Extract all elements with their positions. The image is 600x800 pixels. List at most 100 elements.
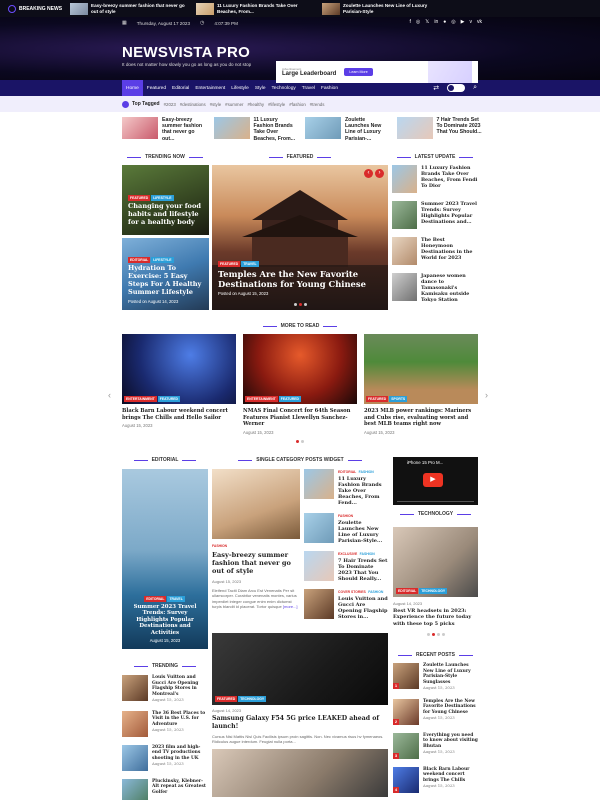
ticker-item[interactable]: Zoulette Launches New Line of Luxury Par… — [322, 2, 440, 15]
samsung-post[interactable]: FEATURED TECHNOLOGY August 14, 2023 Samsu… — [212, 633, 388, 797]
single-main-post[interactable]: FASHION Easy-breezy summer fashion that … — [212, 469, 300, 610]
card-title[interactable]: Changing your food habits and lifestyle … — [128, 202, 203, 227]
carousel-prev-icon[interactable]: ‹ — [108, 390, 111, 400]
recent-item[interactable]: 2 Temples Are the New Favorite Destinatio… — [393, 698, 478, 725]
ticker-item[interactable]: 11 Luxury Fashion Brands Take Over Beach… — [196, 2, 314, 15]
strip-item[interactable]: Zoulette Launches New Line of Luxury Par… — [305, 117, 391, 142]
dot[interactable] — [436, 632, 440, 636]
badge[interactable]: COVER STORIES — [338, 590, 366, 594]
prev-arrow-icon[interactable]: ‹ — [364, 169, 373, 178]
badge[interactable]: FASHION — [360, 552, 375, 556]
video-player[interactable]: iPhone 15 Pro M... ▶ — [393, 457, 478, 505]
editorial-card[interactable]: EDITORIAL TRAVEL Summer 2023 Travel Trend… — [122, 469, 208, 649]
vimeo-icon[interactable]: v — [470, 19, 473, 25]
badge[interactable]: FEATURED — [278, 396, 301, 402]
badge[interactable]: LIFESTYLE — [151, 195, 174, 202]
search-icon[interactable]: ⌕ — [473, 84, 477, 92]
nav-lifestyle[interactable]: Lifestyle — [229, 80, 251, 96]
strip-item[interactable]: 7 Hair Trends Set To Dominate 2023 That … — [396, 117, 483, 141]
instagram-icon[interactable]: ◎ — [416, 19, 420, 25]
badge[interactable]: ENTERTAINMENT — [124, 396, 157, 402]
badge[interactable]: EDITORIAL — [144, 595, 167, 602]
more-item[interactable]: ENTERTAINMENT FEATURED NMAS Final Concert… — [243, 334, 357, 435]
pinterest-icon[interactable]: ◎ — [451, 19, 455, 25]
badge[interactable]: EDITORIAL — [128, 257, 151, 264]
slider-dot[interactable] — [298, 303, 302, 306]
tag-link[interactable]: #summer — [225, 102, 243, 107]
tag-link[interactable]: #healthy — [247, 102, 264, 107]
read-more-link[interactable]: [more...] — [283, 604, 298, 609]
trending-item[interactable]: Pluckinsky, Klebner-Alt repeat as Greate… — [122, 778, 208, 800]
trending-item[interactable]: The 36 Best Places to Visit in the U.S. … — [122, 710, 208, 737]
editorial-title[interactable]: Summer 2023 Travel Trends: Survey Highli… — [128, 604, 202, 636]
badge[interactable]: TECHNOLOGY — [419, 588, 448, 594]
trending-card[interactable]: FEATURED LIFESTYLE Changing your food hab… — [122, 165, 209, 235]
badge[interactable]: EDITORIAL — [338, 470, 356, 474]
badge[interactable]: TRAVEL — [241, 260, 259, 267]
tag-link[interactable]: #trends — [310, 102, 325, 107]
ad-leaderboard[interactable]: Advertisement Large Leaderboard Learn Mo… — [276, 61, 478, 83]
badge[interactable]: FEATURED — [218, 260, 241, 267]
carousel-dot[interactable] — [296, 440, 299, 443]
badge[interactable]: TECHNOLOGY — [238, 696, 267, 702]
nav-entertainment[interactable]: Entertainment — [193, 80, 227, 96]
badge[interactable]: TRAVEL — [167, 595, 185, 602]
badge[interactable]: SPORTS — [389, 396, 408, 402]
trending-item[interactable]: 2023 film and high-end TV productions sh… — [122, 744, 208, 771]
ad-button[interactable]: Learn More — [344, 68, 373, 76]
featured-slider[interactable]: ‹ › FEATURED TRAVEL Temples Are the New F… — [212, 165, 388, 310]
strip-item[interactable]: Easy-breezy summer fashion that never go… — [122, 117, 208, 142]
badge[interactable]: EDITORIAL — [396, 588, 419, 594]
tag-link[interactable]: #style — [210, 102, 221, 107]
youtube-icon[interactable]: ▶ — [461, 19, 465, 25]
badge[interactable]: FASHION — [368, 590, 383, 594]
badge[interactable]: LIFESTYLE — [151, 257, 174, 264]
trending-item[interactable]: Louis Vuitton and Gucci Are Opening Flag… — [122, 675, 208, 703]
facebook-icon[interactable]: f — [410, 19, 411, 25]
badge[interactable]: FEATURED — [128, 195, 151, 202]
recent-item[interactable]: 1 Zoulette Launches New Line of Luxury Pa… — [393, 663, 478, 691]
trending-card[interactable]: EDITORIAL LIFESTYLE Hydration To Exercise… — [122, 238, 209, 310]
single-list-item[interactable]: EDITORIAL FASHION 11 Luxury Fashion Brand… — [304, 469, 388, 506]
featured-title[interactable]: Temples Are the New Favorite Destination… — [218, 269, 382, 289]
linkedin-icon[interactable]: in — [434, 19, 438, 25]
strip-item[interactable]: 11 Luxury Fashion Brands Take Over Beach… — [213, 117, 300, 142]
recent-item[interactable]: 4 Black Barn Labour weekend concert bring… — [393, 766, 478, 793]
dot[interactable] — [431, 632, 435, 636]
technology-title[interactable]: Best VR headsets in 2023: Experience the… — [393, 608, 478, 627]
badge[interactable]: ENTERTAINMENT — [245, 396, 278, 402]
single-list-item[interactable]: FASHION Zoulette Launches New Line of Lux… — [304, 513, 388, 544]
dot[interactable] — [441, 632, 445, 636]
more-item[interactable]: ENTERTAINMENT FEATURED Black Barn Labour … — [122, 334, 236, 428]
next-arrow-icon[interactable]: › — [375, 169, 384, 178]
vk-icon[interactable]: vk — [477, 19, 482, 25]
reddit-icon[interactable]: ● — [443, 19, 446, 25]
nav-home[interactable]: Home — [122, 80, 143, 96]
more-item[interactable]: FEATURED SPORTS 2023 MLB power rankings: … — [364, 334, 478, 435]
more-title[interactable]: 2023 MLB power rankings: Mariners and Cu… — [364, 408, 478, 428]
samsung-title[interactable]: Samsung Galaxy F54 5G price LEAKED ahead… — [212, 715, 388, 731]
card-title[interactable]: Hydration To Exercise: 5 Easy Steps For … — [128, 264, 203, 297]
technology-post[interactable]: EDITORIAL TECHNOLOGY August 14, 2023 Best… — [393, 527, 478, 636]
carousel-dot[interactable] — [301, 440, 304, 443]
nav-style[interactable]: Style — [253, 80, 268, 96]
single-list-item[interactable]: COVER STORIES FASHION Louis Vuitton and G… — [304, 589, 388, 620]
badge[interactable]: EXCLUSIVE — [338, 552, 357, 556]
badge[interactable]: FEATURED — [215, 696, 238, 702]
nav-editorial[interactable]: Editorial — [170, 80, 191, 96]
latest-item[interactable]: The Best Honeymoon Destinations in the W… — [392, 237, 478, 265]
badge[interactable]: FEATURED — [366, 396, 389, 402]
single-list-item[interactable]: EXCLUSIVE FASHION 7 Hair Trends Set To Do… — [304, 551, 388, 582]
tag-link[interactable]: #2023 — [164, 102, 176, 107]
latest-item[interactable]: 11 Luxury Fashion Brands Take Over Beach… — [392, 165, 478, 193]
more-title[interactable]: NMAS Final Concert for 64th Season Featu… — [243, 408, 357, 428]
video-progress[interactable] — [397, 501, 474, 502]
latest-item[interactable]: Japanese women dance to Tamasonaki's Kam… — [392, 273, 478, 303]
youtube-play-icon[interactable]: ▶ — [423, 473, 443, 487]
site-logo[interactable]: NEWSVISTA PRO It does not matter how slo… — [122, 44, 251, 67]
slider-dot[interactable] — [303, 303, 307, 306]
more-title[interactable]: Black Barn Labour weekend concert brings… — [122, 408, 236, 421]
single-main-title[interactable]: Easy-breezy summer fashion that never go… — [212, 551, 300, 576]
ticker-item[interactable]: Easy-breezy summer fashion that never go… — [70, 2, 188, 15]
dot[interactable] — [426, 632, 430, 636]
